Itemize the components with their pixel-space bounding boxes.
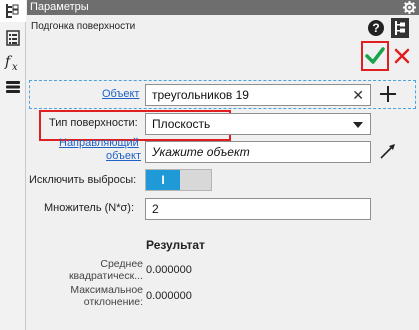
checkmark-icon <box>365 47 385 64</box>
direction-object-link-line1[interactable]: Направляющий <box>59 137 139 149</box>
multiplier-label: Множитель (N*σ): <box>44 202 135 214</box>
exclude-outliers-label: Исключить выбросы: <box>29 174 137 186</box>
ok-button[interactable] <box>361 41 389 71</box>
list-icon <box>6 30 20 46</box>
object-field[interactable]: треугольников 19 ✕ <box>145 84 371 106</box>
max-deviation-label-line2: отклонение: <box>83 296 143 308</box>
toggle-on-indicator: I <box>146 170 180 190</box>
svg-text:x: x <box>12 62 18 72</box>
multiplier-field[interactable]: 2 <box>145 198 371 220</box>
tree-structure-icon <box>395 21 405 35</box>
clear-icon[interactable]: ✕ <box>352 85 364 105</box>
gear-icon[interactable] <box>403 1 416 19</box>
function-icon: f x <box>4 54 18 72</box>
dropdown-arrow-icon <box>353 122 363 128</box>
close-icon <box>394 48 410 64</box>
direction-object-placeholder: Укажите объект <box>152 145 250 159</box>
surface-type-select[interactable]: Плоскость <box>145 113 371 135</box>
rms-label-line1: Среднее <box>100 258 143 270</box>
result-heading: Результат <box>146 238 205 252</box>
surface-type-label: Тип поверхности: <box>49 117 138 129</box>
cancel-button[interactable] <box>392 44 412 68</box>
tree-view-button[interactable] <box>0 0 26 22</box>
help-icon[interactable]: ? <box>368 20 384 36</box>
surface-type-value: Плоскость <box>152 117 211 131</box>
multiplier-value: 2 <box>152 202 159 216</box>
max-deviation-value: 0.000000 <box>146 290 192 302</box>
exclude-outliers-toggle[interactable]: I <box>145 169 212 191</box>
layers-button[interactable] <box>0 76 26 98</box>
direction-object-field[interactable]: Укажите объект <box>145 141 371 163</box>
panel-titlebar: Параметры <box>27 0 419 15</box>
tree-icon <box>6 4 19 18</box>
panel-subtitle: Подгонка поверхности <box>31 21 136 32</box>
object-value: треугольников 19 <box>152 88 249 102</box>
object-link[interactable]: Объект <box>102 88 139 100</box>
variables-button[interactable]: f x <box>0 52 26 74</box>
direction-arrow-icon[interactable] <box>378 141 398 161</box>
rms-label-line2: квадратическ... <box>68 270 143 282</box>
layers-icon <box>6 81 20 93</box>
direction-object-link-line2[interactable]: объект <box>106 150 141 162</box>
max-deviation-label-line1: Максимальное <box>70 284 143 296</box>
rms-value: 0.000000 <box>146 264 192 276</box>
side-toolbar: f x <box>0 0 26 330</box>
properties-button[interactable] <box>0 27 26 49</box>
add-icon[interactable] <box>378 84 398 104</box>
tree-toggle-button[interactable] <box>391 18 409 38</box>
panel-title: Параметры <box>30 1 89 13</box>
